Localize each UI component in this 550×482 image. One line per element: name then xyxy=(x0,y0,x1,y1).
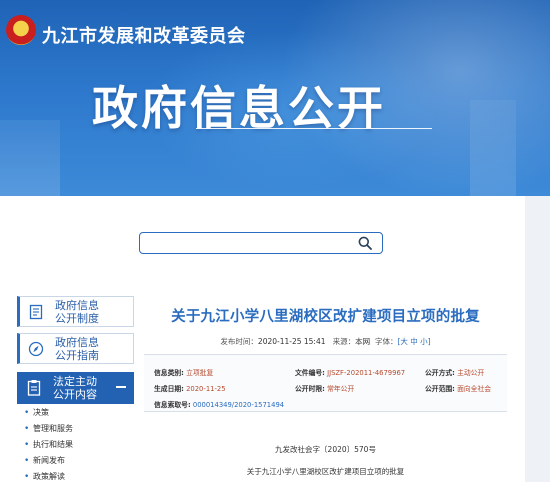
sidebar-sub-list: • 决策 • 管理和服务 • 执行和结果 • 新闻发布 • 政策解读 xyxy=(24,405,73,482)
font-size-switch[interactable]: [大 中 小] xyxy=(397,337,430,346)
collapse-icon[interactable] xyxy=(116,386,126,388)
article-title: 关于九江小学八里湖校区改扩建项目立项的批复 xyxy=(171,309,480,325)
banner-building xyxy=(0,120,60,196)
info-category: 信息类别: 立项批复 xyxy=(154,369,214,377)
search-icon[interactable] xyxy=(358,236,372,250)
sub-item-decision[interactable]: • 决策 xyxy=(24,405,73,421)
national-emblem-icon xyxy=(6,15,36,45)
info-date: 生成日期: 2020-11-25 xyxy=(154,385,226,393)
sub-item-news[interactable]: • 新闻发布 xyxy=(24,453,73,469)
article-meta: 发布时间：2020-11-25 15:41 来源：本网 字体：[大 中 小] xyxy=(220,337,431,346)
search-input[interactable] xyxy=(139,232,383,254)
sub-item-policy[interactable]: • 政策解读 xyxy=(24,469,73,482)
sidebar-item-disclosure-system[interactable]: 政府信息 公开制度 xyxy=(17,296,134,327)
sidebar-item-label: 政府信息 公开制度 xyxy=(55,299,99,325)
document-number: 九发改社会字〔2020〕570号 xyxy=(275,445,376,454)
info-scope: 公开范围: 面向全社会 xyxy=(425,385,492,393)
sub-item-execution[interactable]: • 执行和结果 xyxy=(24,437,73,453)
info-period: 公开时限: 常年公开 xyxy=(295,385,355,393)
title-underline xyxy=(196,128,432,129)
banner-building-right xyxy=(470,100,516,196)
info-doc-number: 文件编号: JJSZF-202011-4679967 xyxy=(295,369,406,377)
site-name[interactable]: 九江市发展和改革委员会 xyxy=(42,22,246,48)
info-method: 公开方式: 主动公开 xyxy=(425,369,485,377)
sidebar-item-label: 政府信息 公开指南 xyxy=(55,336,99,362)
compass-icon xyxy=(28,341,44,357)
sidebar-item-disclosure-guide[interactable]: 政府信息 公开指南 xyxy=(17,333,134,364)
sidebar-item-label: 法定主动 公开内容 xyxy=(53,375,97,401)
document-icon xyxy=(29,304,43,320)
sub-item-management[interactable]: • 管理和服务 xyxy=(24,421,73,437)
document-title: 关于九江小学八里湖校区改扩建项目立项的批复 xyxy=(246,467,405,476)
clipboard-icon xyxy=(27,380,41,396)
sidebar-item-statutory-content[interactable]: 法定主动 公开内容 xyxy=(17,372,134,404)
info-index: 信息索取号: 000014349/2020-1571494 xyxy=(154,401,285,409)
